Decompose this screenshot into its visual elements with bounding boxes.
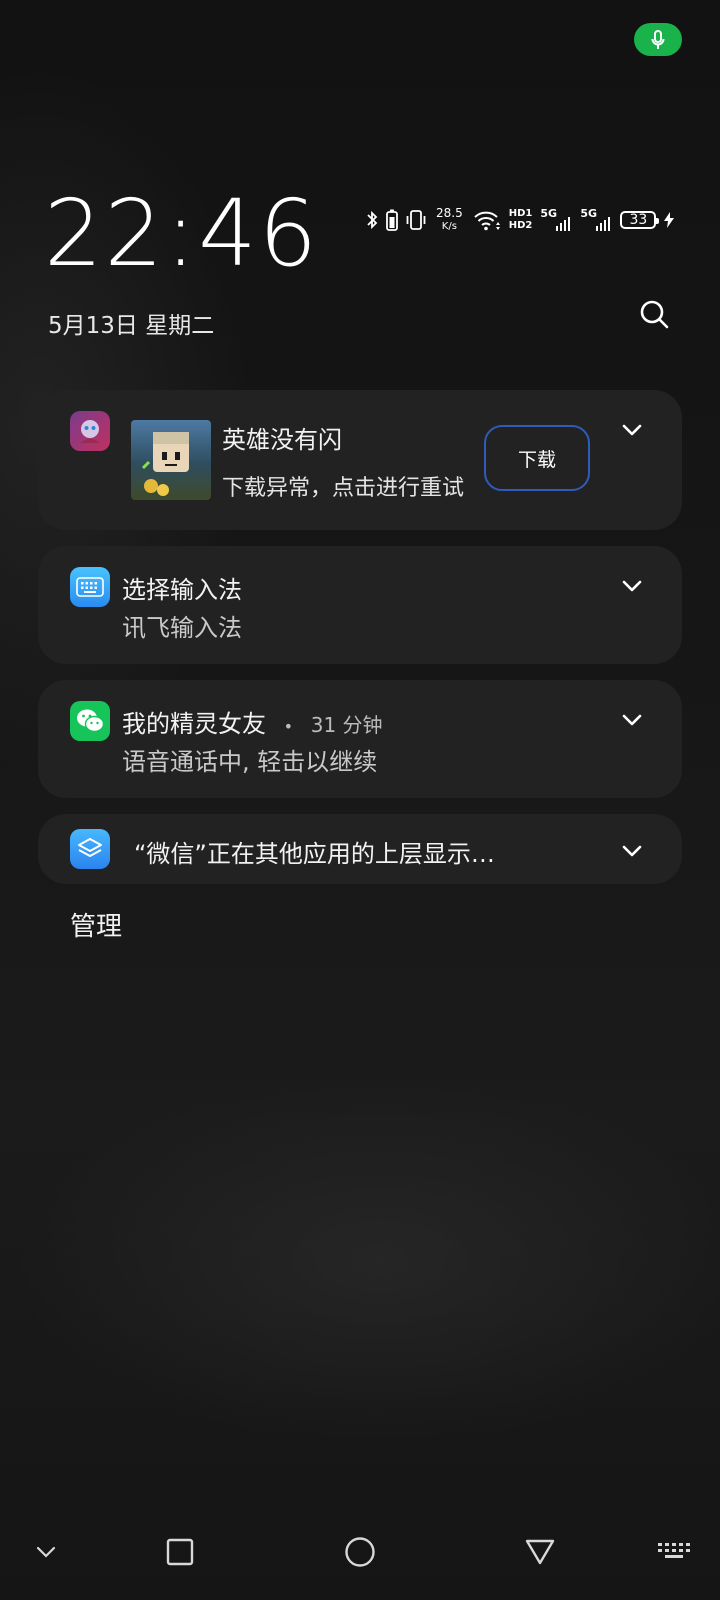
sim2-signal-icon: 5G [580,207,612,231]
microphone-icon [651,29,665,49]
expand-chevron-icon[interactable] [620,574,644,598]
wechat-icon [70,701,110,741]
notification-title: 我的精灵女友 • 31 分钟 [122,704,383,739]
notification-wechat-call[interactable]: 我的精灵女友 • 31 分钟 语音通话中, 轻击以继续 [38,680,682,798]
notification-text: 语音通话中, 轻击以继续 [122,748,378,776]
sim1-signal-icon: 5G [540,207,572,231]
keyboard-toggle-icon [658,1543,690,1558]
notification-title: 英雄没有闪 [222,426,342,454]
hd-voice-indicator: HD1 HD2 [509,208,533,232]
back-triangle-icon [525,1539,555,1565]
time-ago: 31 分钟 [310,713,383,737]
search-button[interactable] [634,294,674,334]
keyboard-toggle-button[interactable] [654,1534,694,1570]
battery-level: 33 [629,212,648,228]
layers-icon [70,829,110,869]
notification-overlay[interactable]: “微信”正在其他应用的上层显示… [38,814,682,884]
notification-text: 下载异常，点击进行重试 [222,476,465,501]
download-retry-button[interactable]: 下载 [484,425,590,491]
expand-chevron-icon[interactable] [620,418,644,442]
expand-chevron-icon[interactable] [620,839,644,863]
network-speed: 28.5 K/s [436,207,463,233]
collapse-button[interactable] [30,1536,62,1568]
contact-name: 我的精灵女友 [122,710,266,738]
notification-game-download[interactable]: 英雄没有闪 下载异常，点击进行重试 下载 [38,390,682,530]
keyboard-icon [70,567,110,607]
home-button[interactable] [340,1532,380,1572]
bluetooth-icon [367,210,378,230]
home-circle-icon [345,1537,375,1567]
search-icon [640,300,669,329]
game-thumbnail-image [131,420,211,500]
notification-text: 讯飞输入法 [122,614,242,642]
collapse-chevron-icon [36,1546,56,1558]
recents-button[interactable] [160,1532,200,1572]
hd2-label: HD2 [508,220,533,231]
date-label: 5月13日 星期二 [48,313,215,339]
sim2-network-type: 5G [580,207,598,220]
navigation-bar [0,1520,720,1600]
battery-icon: 33 [620,211,660,229]
separator-dot: • [283,717,294,736]
notification-title: “微信”正在其他应用的上层显示… [134,840,495,868]
manage-notifications-button[interactable]: 管理 [70,906,122,943]
network-speed-unit: K/s [441,221,457,232]
hd1-label: HD1 [508,208,533,219]
expand-chevron-icon[interactable] [620,708,644,732]
notification-title: 选择输入法 [122,576,242,604]
mic-in-use-indicator[interactable] [634,23,682,56]
charging-bolt-icon [664,212,675,228]
sim1-network-type: 5G [540,207,558,220]
recents-square-icon [166,1538,194,1566]
game-app-icon [70,411,110,451]
status-icons: 28.5 K/s HD1 HD2 5G 5G 33 [366,204,675,236]
notification-input-method[interactable]: 选择输入法 讯飞输入法 [38,546,682,664]
back-button[interactable] [520,1532,560,1572]
wifi-icon [474,211,500,231]
clock-time: 22:46 [44,180,320,287]
battery-saver-icon [386,209,398,231]
vibrate-icon [406,210,426,230]
network-speed-value: 28.5 [436,206,463,220]
